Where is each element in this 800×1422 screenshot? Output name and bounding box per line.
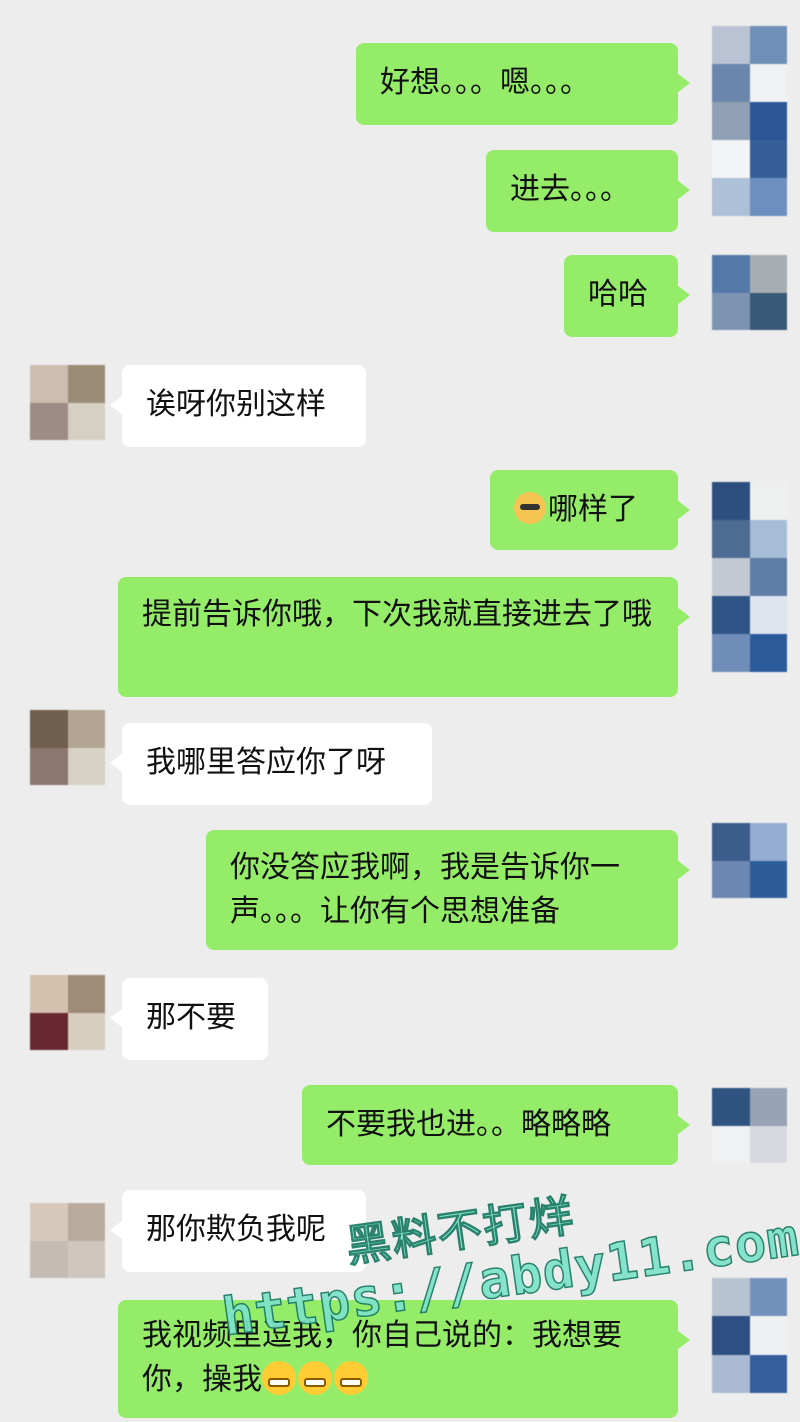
grin-emoji-icon bbox=[262, 1361, 296, 1395]
message-text: 进去。。。 bbox=[510, 172, 630, 207]
message-bubble-me[interactable]: 好想。。。嗯。。。 bbox=[356, 43, 690, 125]
contact-avatar[interactable] bbox=[30, 365, 105, 440]
message-text: 那你欺负我呢 bbox=[146, 1212, 326, 1247]
message-bubble-contact[interactable]: 那你欺负我呢 bbox=[110, 1190, 366, 1272]
message-bubble-me[interactable]: 哪样了 bbox=[490, 470, 690, 550]
contact-avatar[interactable] bbox=[30, 1203, 105, 1278]
my-avatar[interactable] bbox=[712, 823, 787, 898]
my-avatar[interactable] bbox=[712, 255, 787, 330]
message-bubble-me[interactable]: 不要我也进。。略略略 bbox=[302, 1085, 690, 1165]
message-text: 那不要 bbox=[146, 1000, 236, 1035]
doge-emoji-icon bbox=[514, 492, 546, 524]
message-text: 你没答应我啊，我是告诉你一声。。。让你有个思想准备 bbox=[230, 850, 620, 929]
message-bubble-me[interactable]: 进去。。。 bbox=[486, 150, 690, 232]
contact-avatar[interactable] bbox=[30, 975, 105, 1050]
message-bubble-me[interactable]: 哈哈 bbox=[564, 255, 690, 337]
contact-avatar[interactable] bbox=[30, 710, 105, 785]
message-text: 哪样了 bbox=[548, 492, 638, 527]
my-avatar[interactable] bbox=[712, 482, 787, 672]
message-text: 提前告诉你哦，下次我就直接进去了哦 bbox=[142, 597, 652, 632]
message-bubble-contact[interactable]: 我哪里答应你了呀 bbox=[110, 723, 432, 805]
message-text: 好想。。。嗯。。。 bbox=[380, 65, 590, 100]
message-text: 诶呀你别这样 bbox=[146, 387, 326, 422]
my-avatar[interactable] bbox=[712, 1088, 787, 1163]
message-text: 我哪里答应你了呀 bbox=[146, 745, 386, 780]
message-bubble-contact[interactable]: 那不要 bbox=[110, 978, 268, 1060]
grin-emoji-icon bbox=[334, 1361, 368, 1395]
grin-emoji-icon bbox=[298, 1361, 332, 1395]
my-avatar[interactable] bbox=[712, 26, 787, 216]
message-text: 我视频里逗我，你自己说的：我想要你，操我 bbox=[142, 1318, 622, 1397]
message-bubble-me[interactable]: 你没答应我啊，我是告诉你一声。。。让你有个思想准备 bbox=[206, 830, 690, 950]
message-text: 哈哈 bbox=[588, 277, 648, 312]
my-avatar[interactable] bbox=[712, 1278, 787, 1393]
message-bubble-contact[interactable]: 诶呀你别这样 bbox=[110, 365, 366, 447]
message-bubble-me[interactable]: 提前告诉你哦，下次我就直接进去了哦 bbox=[118, 577, 690, 697]
message-text: 不要我也进。。略略略 bbox=[326, 1107, 611, 1142]
